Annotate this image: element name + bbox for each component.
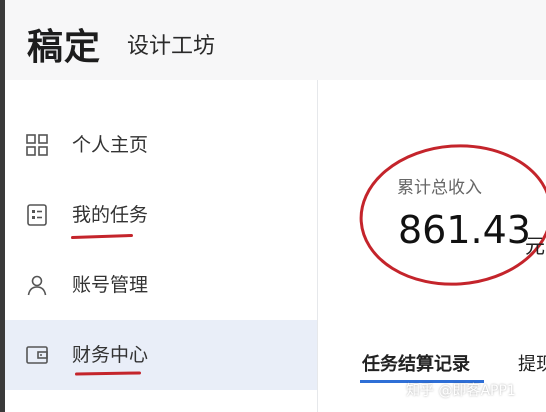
user-icon bbox=[27, 275, 47, 296]
brand-logo[interactable]: 稿定 bbox=[27, 18, 101, 70]
grid-icon bbox=[26, 134, 48, 156]
sidebar-item-account[interactable]: 账号管理 bbox=[5, 250, 317, 320]
red-annotation-underline bbox=[74, 371, 142, 376]
sidebar-item-label: 账号管理 bbox=[72, 274, 149, 296]
tab-withdraw[interactable]: 提现 bbox=[518, 350, 546, 376]
sidebar: 个人主页 我的任务 账号管理 财务中心 bbox=[5, 80, 318, 412]
currency-unit: 元 bbox=[525, 234, 545, 258]
sidebar-item-tasks[interactable]: 我的任务 bbox=[5, 180, 317, 250]
sidebar-item-label: 个人主页 bbox=[72, 134, 149, 156]
total-income-label: 累计总收入 bbox=[397, 178, 482, 198]
total-income-value: 861.43 bbox=[398, 208, 531, 252]
tab-settlement-records[interactable]: 任务结算记录 bbox=[362, 350, 470, 376]
task-list-icon bbox=[27, 204, 47, 226]
sidebar-item-finance[interactable]: 财务中心 bbox=[5, 320, 317, 390]
sidebar-item-label: 我的任务 bbox=[72, 204, 149, 226]
main-panel: 累计总收入 861.43 元 任务结算记录 提现 bbox=[318, 80, 546, 412]
sidebar-item-home[interactable]: 个人主页 bbox=[5, 110, 317, 180]
wallet-icon bbox=[26, 346, 48, 364]
header: 稿定 设计工坊 bbox=[5, 0, 546, 80]
watermark: 知乎 @即客APP1 bbox=[406, 383, 516, 399]
product-name: 设计工坊 bbox=[127, 34, 216, 59]
sidebar-item-label: 财务中心 bbox=[72, 344, 149, 366]
red-annotation-underline bbox=[70, 233, 134, 240]
